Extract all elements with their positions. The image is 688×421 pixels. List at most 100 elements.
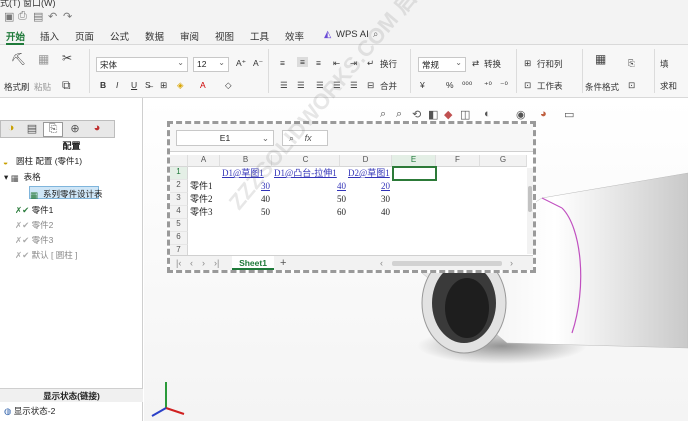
increase-font-icon[interactable]: A⁺ [236,58,246,69]
worksheet-icon[interactable]: ⊡ [524,80,531,91]
paste-icon[interactable]: ▦ [38,52,49,66]
number-format-select[interactable]: 常规 ⌄ [418,57,466,72]
tree-table-node[interactable]: ▾ ▦ 表格 [4,171,41,183]
clear-format-icon[interactable]: ◇ [225,80,232,91]
align-center-icon[interactable]: ☰ [297,80,305,91]
sheet-nav-first-icon[interactable]: |‹ [176,258,181,268]
sum-label[interactable]: 求和 [660,80,677,92]
merge-icon[interactable]: ⊟ [367,80,374,91]
feature-tree-tab-icon[interactable]: ◑ [1,122,21,137]
tab-home[interactable]: 开始 [6,29,25,43]
redo-icon[interactable]: ↷ [63,10,72,23]
conditional-format-label[interactable]: 条件格式 [585,81,619,93]
cut-icon[interactable]: ✂ [62,51,72,65]
worksheet-label[interactable]: 工作表 [537,80,563,92]
config-item[interactable]: ✗✔ 默认 [ 圆柱 ] [15,249,77,261]
tree-root[interactable]: ◒ 圆柱 配置 (零件1) [3,155,82,167]
sheet-nav-next-icon[interactable]: › [202,258,205,268]
config-name-cell[interactable]: 零件2 [190,193,213,206]
vertical-scrollbar[interactable] [527,168,533,254]
value-cell[interactable]: 60 [272,206,346,219]
active-cell-e1[interactable] [392,166,437,181]
undo-icon[interactable]: ↶ [48,10,57,23]
scrollbar-thumb[interactable] [528,186,532,212]
col-header[interactable]: F [436,155,480,167]
wrap-text-label[interactable]: 换行 [380,58,397,70]
row-header[interactable]: 2 [170,180,188,193]
display-state-item[interactable]: ◍ 显示状态-2 [4,405,55,417]
font-size-select[interactable]: 12 ⌄ [193,57,229,72]
row-header[interactable]: 4 [170,206,188,219]
add-sheet-button[interactable]: + [280,257,286,269]
scene-icon[interactable]: ◕ [540,108,547,120]
fill-color-icon[interactable]: ◈ [177,80,184,91]
cell-border-icon[interactable]: ⊡ [628,80,635,91]
config-name-cell[interactable]: 零件1 [190,180,213,193]
border-icon[interactable]: ⊞ [160,80,167,91]
expand-icon[interactable]: ▾ [4,172,8,182]
value-cell[interactable]: 30 [340,193,390,206]
col-header[interactable]: A [188,155,220,167]
convert-icon[interactable]: ⇄ [472,58,479,69]
menu-fragment[interactable]: 式(T) 窗口(W) [0,0,55,9]
param-header-cell[interactable]: D2@草图1 [348,167,390,180]
tab-data[interactable]: 数据 [145,29,164,43]
col-header[interactable]: D [340,155,392,167]
col-header[interactable]: G [480,155,527,167]
config-name-cell[interactable]: 零件3 [190,206,213,219]
hscroll-right-icon[interactable]: › [510,258,513,268]
section-view-icon[interactable]: ◧ [428,108,438,121]
value-cell[interactable]: 40 [272,180,346,193]
format-painter-icon[interactable]: ⛏ [11,52,26,66]
configuration-tab-icon[interactable]: ⎘ [43,122,63,137]
tab-efficiency[interactable]: 效率 [285,29,304,43]
currency-icon[interactable]: ¥ [420,80,425,90]
value-cell[interactable]: 40 [340,206,390,219]
wps-ai-icon[interactable]: ◭ [324,29,331,40]
cell-style-icon[interactable]: ⎘ [628,58,635,69]
horizontal-scrollbar[interactable] [392,261,502,266]
row-header[interactable]: 1 [170,167,188,180]
conditional-format-icon[interactable]: ▦ [595,52,606,66]
row-header[interactable]: 6 [170,232,188,245]
align-bottom-icon[interactable]: ≡ [316,58,321,68]
zoom-fit-icon[interactable]: ⌕ [380,108,386,121]
format-painter-label[interactable]: 格式刷 [4,81,30,93]
appearance-tab-icon[interactable]: ◕ [87,122,107,137]
display-style-icon[interactable]: ◫ [460,108,470,121]
save-icon[interactable]: ▣ [4,10,14,23]
row-header[interactable]: 3 [170,193,188,206]
percent-icon[interactable]: % [446,80,454,90]
fill-label[interactable]: 填 [660,58,669,70]
tab-insert[interactable]: 插入 [40,29,59,43]
rows-cols-label[interactable]: 行和列 [537,58,563,70]
italic-icon[interactable]: I [116,80,118,90]
decimal-increase-icon[interactable]: ⁺⁰ [484,80,492,91]
preview-icon[interactable]: ▤ [33,10,43,23]
copy-icon[interactable]: ⧉ [62,78,71,93]
font-name-select[interactable]: 宋体 ⌄ [96,57,188,72]
underline-icon[interactable]: U [131,80,137,90]
sheet-tab-sheet1[interactable]: Sheet1 [232,256,274,270]
tab-review[interactable]: 审阅 [180,29,199,43]
zoom-area-icon[interactable]: ⌕ [396,108,402,121]
hscroll-left-icon[interactable]: ‹ [380,258,383,268]
config-item[interactable]: ✗✔ 零件3 [15,234,53,246]
name-box[interactable]: E1 ⌄ [176,130,274,146]
property-tab-icon[interactable]: ▤ [22,122,42,137]
bold-icon[interactable]: B [100,80,106,90]
tab-view[interactable]: 视图 [215,29,234,43]
sheet-nav-prev-icon[interactable]: ‹ [190,258,193,268]
value-cell[interactable]: 50 [272,193,346,206]
align-top-icon[interactable]: ≡ [280,58,285,68]
select-all-corner[interactable] [170,155,188,167]
row-header[interactable]: 5 [170,219,188,232]
tab-formula[interactable]: 公式 [110,29,129,43]
tab-page[interactable]: 页面 [75,29,94,43]
decimal-decrease-icon[interactable]: ⁻⁰ [500,80,508,91]
sheet-nav-last-icon[interactable]: ›| [214,258,219,268]
paste-label[interactable]: 粘贴 [34,81,51,93]
rows-cols-icon[interactable]: ⊞ [524,58,531,69]
value-cell[interactable]: 20 [340,180,390,193]
config-item[interactable]: ✗✔ 零件2 [15,219,53,231]
